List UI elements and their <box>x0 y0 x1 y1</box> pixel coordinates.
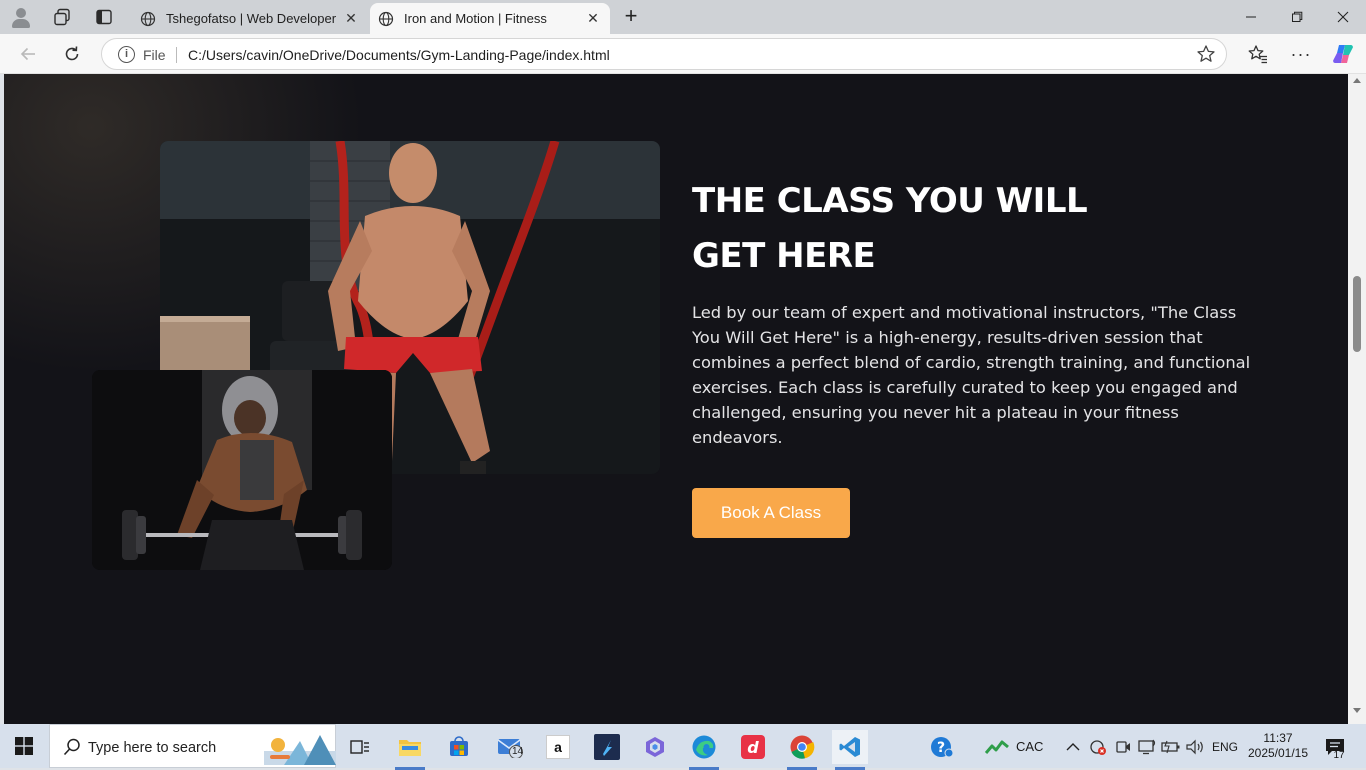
star-icon[interactable] <box>1196 44 1216 64</box>
file-explorer-icon[interactable] <box>392 730 428 770</box>
navigation-bar: i File C:/Users/cavin/OneDrive/Documents… <box>0 34 1366 74</box>
new-tab-button[interactable]: + <box>619 5 643 29</box>
info-icon[interactable]: i <box>118 46 135 63</box>
copilot-icon[interactable] <box>1331 42 1355 66</box>
taskbar-search-box[interactable]: Type here to search <box>49 724 336 768</box>
svg-text:d: d <box>747 738 759 757</box>
arrow-left-icon <box>20 47 35 61</box>
barbell-row-image <box>92 370 392 570</box>
input-language[interactable]: ENG <box>1212 740 1238 754</box>
currency-ticker[interactable]: CAC <box>1016 739 1043 754</box>
security-alert-icon[interactable] <box>1086 730 1110 764</box>
mail-icon[interactable]: 14 <box>492 730 528 764</box>
system-clock[interactable]: 11:37 2025/01/15 <box>1244 731 1312 761</box>
restore-button[interactable] <box>1274 0 1320 34</box>
favorites-icon <box>1248 45 1267 64</box>
divider <box>176 47 177 63</box>
close-window-button[interactable] <box>1320 0 1366 34</box>
page-scrollbar[interactable] <box>1348 74 1366 724</box>
heading-line-1: THE CLASS YOU WILL <box>692 181 1088 221</box>
battery-icon[interactable] <box>1159 730 1183 764</box>
vscode-icon[interactable] <box>832 730 868 770</box>
clock-date: 2025/01/15 <box>1247 746 1309 760</box>
more-options-button[interactable]: ··· <box>1289 42 1313 66</box>
workspaces-icon[interactable] <box>50 5 74 29</box>
chrome-icon[interactable] <box>784 730 820 770</box>
search-highlight-illustration <box>264 735 336 765</box>
back-button[interactable] <box>16 42 40 66</box>
file-scheme-label: File <box>143 47 166 63</box>
amazon-letter: a <box>546 735 570 759</box>
visual-studio-app-icon[interactable] <box>589 730 625 764</box>
mail-unread-badge: 14 <box>512 746 524 757</box>
search-placeholder: Type here to search <box>88 740 217 756</box>
globe-icon <box>378 11 394 26</box>
heading-line-2: GET HERE <box>692 236 876 276</box>
reload-icon <box>65 46 79 61</box>
tab-iron-and-motion[interactable]: Iron and Motion | Fitness ✕ <box>370 3 610 34</box>
network-icon[interactable] <box>1135 730 1159 764</box>
profile-icon[interactable] <box>9 5 33 29</box>
favorites-button[interactable] <box>1246 42 1270 66</box>
volume-icon[interactable] <box>1183 730 1207 764</box>
windows-taskbar: Type here to search 14 a d ? CAC ENG 11:… <box>0 724 1366 770</box>
close-tab-icon[interactable]: ✕ <box>340 8 362 30</box>
minimize-button[interactable] <box>1228 0 1274 34</box>
close-tab-icon[interactable]: ✕ <box>582 8 604 30</box>
clock-time: 11:37 <box>1263 731 1293 745</box>
microsoft-store-icon[interactable] <box>441 730 477 764</box>
section-heading: THE CLASS YOU WILL GET HERE <box>692 174 1112 284</box>
show-hidden-icons-chevron-icon[interactable] <box>1058 730 1088 764</box>
opera-music-icon[interactable]: d <box>735 730 771 764</box>
book-a-class-button[interactable]: Book A Class <box>692 488 850 538</box>
help-icon[interactable]: ? <box>924 730 960 764</box>
stock-chart-icon[interactable] <box>980 730 1016 764</box>
tab-actions-icon[interactable] <box>92 5 116 29</box>
address-bar[interactable]: i File C:/Users/cavin/OneDrive/Documents… <box>101 38 1227 70</box>
start-button[interactable] <box>0 724 48 768</box>
url-text[interactable]: C:/Users/cavin/OneDrive/Documents/Gym-La… <box>188 47 610 63</box>
edge-browser-icon[interactable] <box>686 730 722 770</box>
globe-icon <box>140 11 156 26</box>
scroll-down-arrow-icon[interactable] <box>1353 708 1361 713</box>
notification-count: 17 <box>1333 750 1345 761</box>
search-icon <box>63 738 80 756</box>
tab-title: Tshegofatso | Web Developer <box>166 11 337 26</box>
tab-strip: Tshegofatso | Web Developer ✕ Iron and M… <box>0 0 1366 34</box>
page-content: THE CLASS YOU WILL GET HERE Led by our t… <box>4 74 1348 724</box>
windows-logo-icon <box>15 737 33 755</box>
tab-web-developer[interactable]: Tshegofatso | Web Developer ✕ <box>132 3 368 34</box>
tab-title: Iron and Motion | Fitness <box>404 11 547 26</box>
meet-now-icon[interactable] <box>1111 730 1135 764</box>
amazon-icon[interactable]: a <box>540 730 576 764</box>
task-view-icon[interactable] <box>342 730 378 764</box>
class-description: Led by our team of expert and motivation… <box>692 303 1251 447</box>
svg-text:?: ? <box>937 740 945 756</box>
scrollbar-thumb[interactable] <box>1353 276 1361 352</box>
scroll-up-arrow-icon[interactable] <box>1353 78 1361 83</box>
reload-button[interactable] <box>60 42 84 66</box>
copilot-app-icon[interactable] <box>637 730 673 764</box>
